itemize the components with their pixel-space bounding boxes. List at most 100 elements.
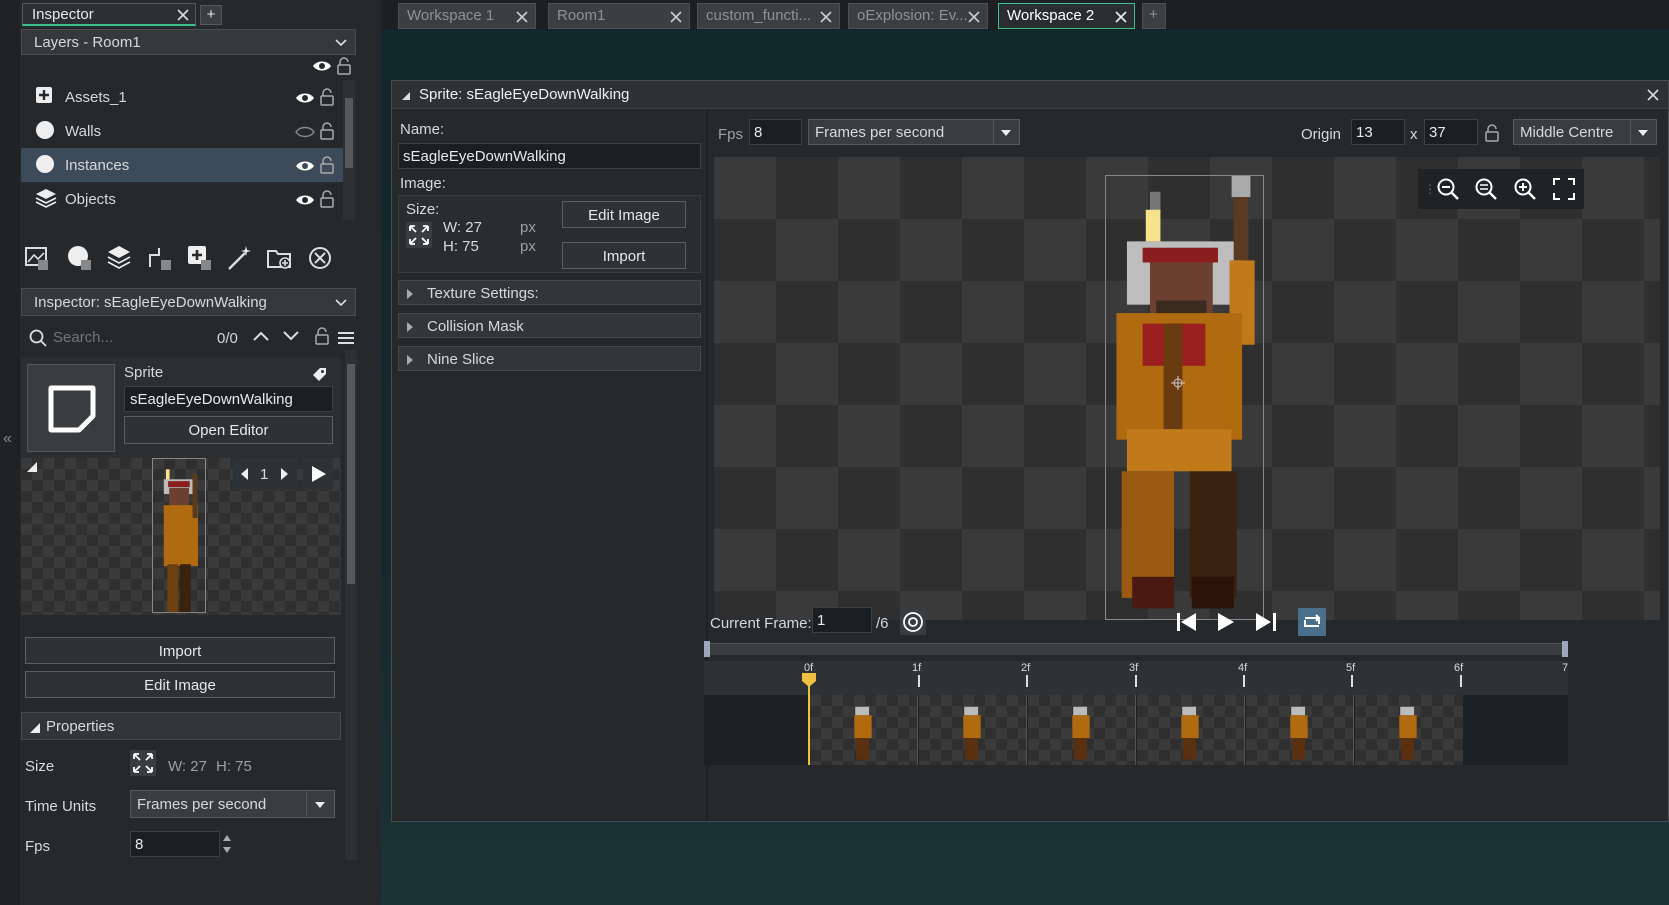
close-icon[interactable] — [177, 9, 189, 21]
frame-thumb[interactable] — [1137, 695, 1245, 765]
eye-icon[interactable] — [312, 59, 332, 73]
layer-row-walls[interactable]: Walls — [21, 114, 343, 148]
menu-icon[interactable] — [337, 331, 355, 345]
add-folder-icon[interactable] — [265, 243, 295, 273]
editor-title-bar[interactable]: Sprite: sEagleEyeDownWalking — [392, 81, 1668, 109]
tab-workspace-2[interactable]: Workspace 2 — [998, 3, 1135, 29]
fps-input[interactable]: 8 — [749, 119, 802, 145]
resize-icon[interactable] — [406, 222, 432, 248]
time-units-label: Time Units — [25, 798, 97, 815]
zoom-out-icon[interactable] — [1436, 177, 1460, 201]
timeline-scroll-start[interactable] — [704, 641, 710, 657]
tab-workspace-1[interactable]: Workspace 1 — [398, 3, 536, 29]
frame-thumb[interactable] — [1028, 695, 1136, 765]
loop-icon[interactable] — [1298, 608, 1326, 636]
close-icon[interactable] — [1647, 89, 1659, 101]
import-button[interactable]: Import — [25, 637, 335, 664]
add-path-layer-icon[interactable] — [145, 243, 175, 273]
chevron-down-icon[interactable] — [283, 331, 299, 341]
lock-icon[interactable] — [320, 122, 334, 140]
resize-icon[interactable] — [130, 750, 156, 776]
add-effect-layer-icon[interactable] — [225, 243, 255, 273]
px-unit: px — [520, 238, 536, 255]
close-icon[interactable] — [670, 11, 682, 23]
prev-frame-icon[interactable] — [241, 468, 249, 480]
frame-thumb[interactable] — [1246, 695, 1354, 765]
lock-icon[interactable] — [1485, 124, 1499, 142]
origin-preset-select[interactable]: Middle Centre — [1513, 119, 1657, 145]
nine-slice-section[interactable]: Nine Slice — [398, 346, 701, 371]
close-icon[interactable] — [516, 11, 528, 23]
lock-icon[interactable] — [320, 156, 334, 174]
collapse-icon[interactable] — [27, 462, 37, 472]
eye-closed-icon[interactable] — [295, 125, 315, 139]
layer-row-instances[interactable]: Instances — [21, 148, 343, 182]
current-frame-input[interactable]: 1 — [812, 607, 872, 633]
sprite-canvas[interactable]: ⋮ — [714, 157, 1660, 620]
sprite-name-input[interactable]: sEagleEyeDownWalking — [398, 143, 701, 169]
layers-scrollbar[interactable] — [343, 80, 355, 220]
sprite-thumbnail[interactable] — [27, 364, 115, 452]
add-tab-button[interactable]: + — [1142, 3, 1166, 29]
edit-image-button[interactable]: Edit Image — [562, 201, 686, 228]
inspector-header[interactable]: Inspector: sEagleEyeDownWalking — [21, 288, 356, 316]
timeline-scroll-end[interactable] — [1562, 641, 1568, 657]
timeline-ruler[interactable]: 0f 1f 2f 3f 4f 5f 6f 7 — [704, 661, 1568, 695]
close-icon[interactable] — [1115, 11, 1127, 23]
close-icon[interactable] — [968, 11, 980, 23]
inspector-scrollbar[interactable] — [345, 350, 357, 860]
add-tab-button[interactable]: + — [200, 5, 222, 25]
skip-to-start-icon[interactable] — [1177, 613, 1197, 631]
playhead-marker-icon[interactable] — [802, 673, 816, 687]
layer-row-objects[interactable]: Objects — [21, 182, 343, 216]
play-icon[interactable] — [1218, 613, 1234, 631]
close-icon[interactable] — [820, 11, 832, 23]
next-frame-icon[interactable] — [281, 468, 289, 480]
time-units-select[interactable]: Frames per second — [808, 119, 1020, 145]
texture-settings-section[interactable]: Texture Settings: — [398, 280, 701, 305]
search-input[interactable] — [51, 325, 221, 349]
origin-x-input[interactable]: 13 — [1351, 119, 1405, 145]
zoom-in-icon[interactable] — [1513, 177, 1537, 201]
stepper-icon[interactable] — [222, 833, 232, 855]
delete-layer-icon[interactable] — [305, 243, 335, 273]
add-asset-layer-icon[interactable] — [185, 243, 215, 273]
play-button[interactable] — [303, 458, 333, 490]
frame-thumb[interactable] — [810, 695, 918, 765]
add-tile-layer-icon[interactable] — [65, 243, 95, 273]
zoom-reset-icon[interactable] — [1474, 177, 1498, 201]
double-chevron-left-icon[interactable]: « — [3, 430, 12, 448]
onion-skin-icon[interactable] — [900, 609, 926, 635]
eye-icon[interactable] — [295, 159, 315, 173]
time-units-select[interactable]: Frames per second — [130, 790, 335, 818]
lock-icon[interactable] — [315, 327, 329, 345]
skip-to-end-icon[interactable] — [1256, 613, 1276, 631]
lock-icon[interactable] — [320, 88, 334, 106]
add-background-layer-icon[interactable] — [23, 243, 53, 273]
chevron-up-icon[interactable] — [253, 331, 269, 341]
tab-inspector[interactable]: Inspector — [22, 3, 196, 26]
origin-y-input[interactable]: 37 — [1424, 119, 1478, 145]
fps-field[interactable]: 8 — [130, 831, 220, 857]
edit-image-button[interactable]: Edit Image — [25, 671, 335, 698]
tab-room1[interactable]: Room1 — [548, 3, 690, 29]
properties-header[interactable]: Properties — [21, 712, 341, 740]
fullscreen-icon[interactable] — [1552, 177, 1576, 201]
timeline-scroll[interactable] — [708, 643, 1564, 655]
sprite-name-field[interactable]: sEagleEyeDownWalking — [124, 386, 333, 412]
open-editor-button[interactable]: Open Editor — [124, 416, 333, 444]
lock-icon[interactable] — [337, 57, 351, 75]
eye-icon[interactable] — [295, 193, 315, 207]
layer-row-assets[interactable]: Assets_1 — [21, 80, 343, 114]
tab-oexplosion[interactable]: oExplosion: Ev... — [848, 3, 988, 29]
tag-icon[interactable] — [311, 366, 327, 382]
add-instance-layer-icon[interactable] — [105, 243, 135, 273]
frame-thumb[interactable] — [919, 695, 1027, 765]
eye-icon[interactable] — [295, 91, 315, 105]
tab-custom-functions[interactable]: custom_functi... — [697, 3, 840, 29]
lock-icon[interactable] — [320, 190, 334, 208]
collision-mask-section[interactable]: Collision Mask — [398, 313, 701, 338]
import-button[interactable]: Import — [562, 242, 686, 269]
frame-thumb[interactable] — [1355, 695, 1463, 765]
layers-dropdown[interactable]: Layers - Room1 — [21, 29, 356, 55]
